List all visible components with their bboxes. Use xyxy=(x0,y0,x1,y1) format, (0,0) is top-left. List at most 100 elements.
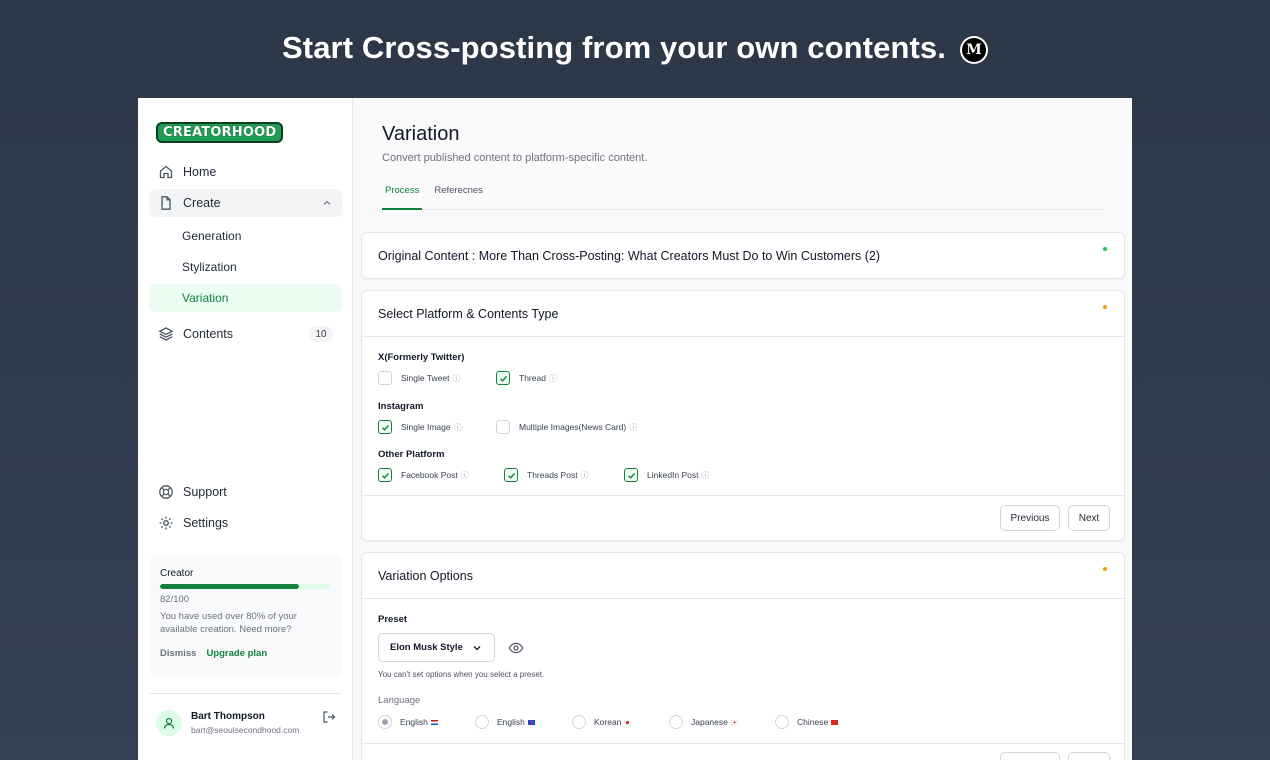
info-icon: ⓘ xyxy=(452,373,461,383)
next-button[interactable]: Next xyxy=(1068,505,1110,531)
hero-title: Start Cross-posting from your own conten… xyxy=(282,30,946,65)
thread-checkbox[interactable]: Thread ⓘ xyxy=(496,371,557,385)
single-image-checkbox[interactable]: Single Image ⓘ xyxy=(378,420,462,434)
preset-hint: You can't set options when you select a … xyxy=(378,670,545,679)
status-dot xyxy=(1103,305,1107,309)
upgrade-plan-link[interactable]: Upgrade plan xyxy=(206,648,267,659)
kr-flag-icon xyxy=(624,719,632,725)
radio-circle xyxy=(378,715,392,729)
threads-post-checkbox[interactable]: Threads Post ⓘ xyxy=(504,468,589,482)
multiple-images-checkbox[interactable]: Multiple Images(News Card) ⓘ xyxy=(496,420,637,434)
sidebar-item-settings[interactable]: Settings xyxy=(149,509,342,537)
usage-count: 82/100 xyxy=(160,594,190,605)
user-email: bart@seoulsecondhood.com xyxy=(191,725,300,735)
platform-card-title: Select Platform & Contents Type xyxy=(362,291,1124,337)
original-content-title: Original Content : More Than Cross-Posti… xyxy=(362,233,1124,279)
x-platform-label: X(Formerly Twitter) xyxy=(378,352,465,363)
lifebuoy-icon xyxy=(158,484,174,500)
uk-flag-icon xyxy=(527,719,535,725)
sidebar: CREATORHOOD Home Create Generation Styli… xyxy=(138,98,353,760)
us-flag-icon xyxy=(430,719,438,725)
logout-icon[interactable] xyxy=(322,710,336,729)
checkbox-box xyxy=(624,468,638,482)
sidebar-item-label: Create xyxy=(183,196,221,210)
next-button[interactable] xyxy=(1068,752,1110,760)
tab-references[interactable]: Referecnes xyxy=(431,178,486,210)
usage-message: You have used over 80% of your available… xyxy=(160,611,297,635)
checkbox-box xyxy=(496,371,510,385)
gear-icon xyxy=(158,515,174,531)
home-icon xyxy=(158,164,174,180)
tab-process[interactable]: Process xyxy=(382,178,423,210)
instagram-label: Instagram xyxy=(378,401,424,412)
layers-icon xyxy=(158,326,174,342)
divider xyxy=(149,693,342,694)
checkbox-box xyxy=(378,420,392,434)
plan-name: Creator xyxy=(160,568,194,579)
previous-button[interactable] xyxy=(1000,752,1060,760)
language-label: Language xyxy=(378,695,421,706)
single-tweet-checkbox[interactable]: Single Tweet ⓘ xyxy=(378,371,461,385)
language-radio-japanese[interactable]: Japanese xyxy=(669,715,738,729)
tab-bar: Process Referecnes xyxy=(382,178,1106,210)
language-radio-korean[interactable]: Korean xyxy=(572,715,632,729)
app-window: CREATORHOOD Home Create Generation Styli… xyxy=(138,98,1132,760)
variation-options-card: Variation Options Preset Elon Musk Style… xyxy=(361,552,1125,760)
status-dot xyxy=(1103,247,1107,251)
usage-card: Creator 82/100 You have used over 80% of… xyxy=(149,555,342,677)
chevron-down-icon xyxy=(472,643,482,656)
sidebar-item-label: Support xyxy=(183,485,227,499)
user-profile[interactable]: Bart Thompson bart@seoulsecondhood.com xyxy=(156,710,299,736)
checkbox-box xyxy=(378,371,392,385)
radio-circle xyxy=(775,715,789,729)
linkedin-post-checkbox[interactable]: LinkedIn Post ⓘ xyxy=(624,468,710,482)
sidebar-item-contents[interactable]: Contents 10 xyxy=(149,320,342,348)
hero-banner: Start Cross-posting from your own conten… xyxy=(0,30,1270,66)
radio-circle xyxy=(669,715,683,729)
language-radio-chinese[interactable]: Chinese xyxy=(775,715,839,729)
info-icon: ⓘ xyxy=(548,373,557,383)
jp-flag-icon xyxy=(730,719,738,725)
brand-logo[interactable]: CREATORHOOD xyxy=(156,122,284,143)
language-radio-english-us[interactable]: English xyxy=(378,715,438,729)
previous-button[interactable]: Previous xyxy=(1000,505,1060,531)
usage-progress-bar xyxy=(160,584,330,589)
user-name: Bart Thompson xyxy=(191,711,265,722)
info-icon: ⓘ xyxy=(580,470,589,480)
info-icon: ⓘ xyxy=(460,470,469,480)
main-content: Variation Convert published content to p… xyxy=(353,98,1132,760)
sidebar-item-variation[interactable]: Variation xyxy=(149,284,342,312)
chevron-up-icon xyxy=(322,197,332,211)
preset-label: Preset xyxy=(378,614,408,625)
platform-card-footer: Previous Next xyxy=(362,495,1124,541)
variation-options-title: Variation Options xyxy=(362,553,1124,599)
sidebar-item-stylization[interactable]: Stylization xyxy=(149,253,342,281)
info-icon: ⓘ xyxy=(453,422,462,432)
radio-circle xyxy=(475,715,489,729)
language-radio-english-uk[interactable]: English xyxy=(475,715,535,729)
preset-select[interactable]: Elon Musk Style xyxy=(378,633,495,662)
sidebar-item-home[interactable]: Home xyxy=(149,158,342,186)
facebook-post-checkbox[interactable]: Facebook Post ⓘ xyxy=(378,468,469,482)
sidebar-item-create[interactable]: Create xyxy=(149,189,342,217)
status-dot xyxy=(1103,567,1107,571)
dismiss-link[interactable]: Dismiss xyxy=(160,648,196,659)
other-platform-label: Other Platform xyxy=(378,449,445,460)
user-avatar-icon xyxy=(156,710,182,736)
sidebar-item-support[interactable]: Support xyxy=(149,478,342,506)
sidebar-item-label: Settings xyxy=(183,516,229,530)
contents-count-badge: 10 xyxy=(309,326,333,342)
info-icon: ⓘ xyxy=(629,422,638,432)
radio-circle xyxy=(572,715,586,729)
info-icon: ⓘ xyxy=(701,470,710,480)
medium-logo-icon: M xyxy=(959,36,988,64)
document-icon xyxy=(158,195,174,211)
page-title: Variation xyxy=(382,123,460,145)
sidebar-item-label: Home xyxy=(183,165,217,179)
sidebar-item-generation[interactable]: Generation xyxy=(149,222,342,250)
original-content-card[interactable]: Original Content : More Than Cross-Posti… xyxy=(361,232,1125,279)
checkbox-box xyxy=(504,468,518,482)
eye-icon[interactable] xyxy=(508,641,524,660)
checkbox-box xyxy=(378,468,392,482)
page-subtitle: Convert published content to platform-sp… xyxy=(382,152,648,164)
